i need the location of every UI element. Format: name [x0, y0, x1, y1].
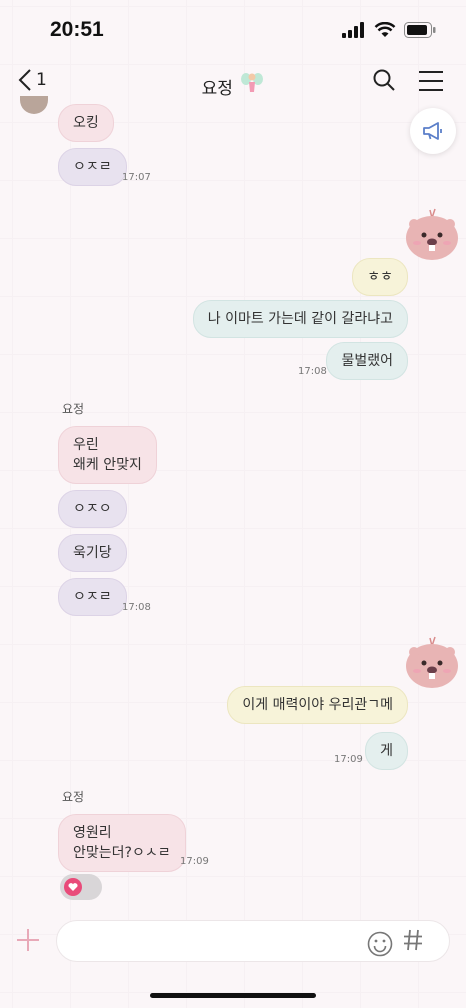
wifi-icon [374, 22, 396, 37]
emoji-icon [367, 931, 393, 957]
message-text: 나 이마트 가는데 같이 갈라냐고 [207, 311, 393, 327]
message-timestamp: 17:09 [180, 856, 209, 867]
megaphone-icon [423, 122, 442, 140]
sender-name: 요정 [62, 400, 84, 417]
message-text: ㅇㅈㄹ [73, 589, 112, 605]
message-bubble[interactable]: 영원리 안맞는더?ㅇㅅㄹ [58, 814, 186, 872]
reaction-badge[interactable] [60, 874, 102, 900]
attach-button[interactable] [16, 928, 40, 956]
status-time: 20:51 [50, 18, 104, 41]
message-timestamp: 17:09 [334, 754, 363, 765]
message-bubble[interactable]: ㅇㅈㄹ [58, 148, 127, 186]
hashtag-button[interactable] [403, 929, 423, 957]
message-text: 영원리 [73, 825, 112, 841]
sender-name-text: 요정 [62, 790, 85, 804]
plus-icon [17, 929, 39, 951]
message-bubble[interactable]: 게 [365, 732, 408, 770]
beaver-avatar[interactable] [404, 634, 460, 690]
message-text: 물벌랬어 [341, 353, 393, 369]
message-text: 안맞는더?ㅇㅅㄹ [73, 845, 171, 861]
beaver-avatar[interactable] [404, 206, 460, 262]
message-text: 왜케 안맞지 [73, 457, 142, 473]
emoji-button[interactable] [367, 931, 393, 961]
message-bubble[interactable]: 욱기당 [58, 534, 127, 572]
message-text: 우린 [73, 437, 99, 453]
chat-title: 요정 [0, 70, 466, 99]
sender-name: 요정 [62, 788, 84, 805]
message-text: ㅎㅎ [367, 269, 393, 285]
message-input[interactable] [56, 920, 450, 962]
message-text: 게 [380, 743, 393, 759]
message-bubble[interactable]: 물벌랬어 [326, 342, 408, 380]
message-input-bar [0, 918, 466, 966]
message-text: 오킹 [73, 115, 99, 131]
status-icons [342, 22, 436, 38]
message-bubble[interactable]: 우린 왜케 안맞지 [58, 426, 157, 484]
message-timestamp: 17:07 [122, 172, 151, 183]
message-bubble[interactable]: 이게 매력이야 우리관ㄱ메 [227, 686, 408, 724]
home-indicator [150, 993, 316, 998]
message-bubble[interactable]: ㅇㅈㅇ [58, 490, 127, 528]
notice-button[interactable] [410, 108, 456, 154]
message-text: ㅇㅈㄹ [73, 159, 112, 175]
message-timestamp: 17:08 [298, 366, 327, 377]
message-text: ㅇㅈㅇ [73, 501, 112, 517]
battery-icon [404, 22, 436, 38]
menu-icon [419, 71, 443, 91]
heart-icon [64, 878, 82, 896]
sender-name-text: 요정 [62, 402, 85, 416]
message-bubble[interactable]: ㅇㅈㄹ [58, 578, 127, 616]
hash-icon [404, 929, 422, 951]
chat-header: 1 요정 [0, 60, 466, 104]
message-bubble[interactable]: 오킹 [58, 104, 114, 142]
menu-button[interactable] [418, 70, 444, 96]
message-bubble[interactable]: ㅎㅎ [352, 258, 408, 296]
message-bubble[interactable]: 나 이마트 가는데 같이 갈라냐고 [192, 300, 408, 338]
message-timestamp: 17:08 [122, 602, 151, 613]
fairy-icon [241, 73, 264, 92]
chat-title-text: 요정 [201, 79, 233, 99]
message-text: 이게 매력이야 우리관ㄱ메 [242, 697, 393, 713]
signal-icon [342, 22, 364, 38]
search-button[interactable] [372, 68, 396, 96]
status-bar: 20:51 [0, 0, 466, 60]
search-icon [373, 69, 395, 91]
message-text: 욱기당 [73, 545, 112, 561]
